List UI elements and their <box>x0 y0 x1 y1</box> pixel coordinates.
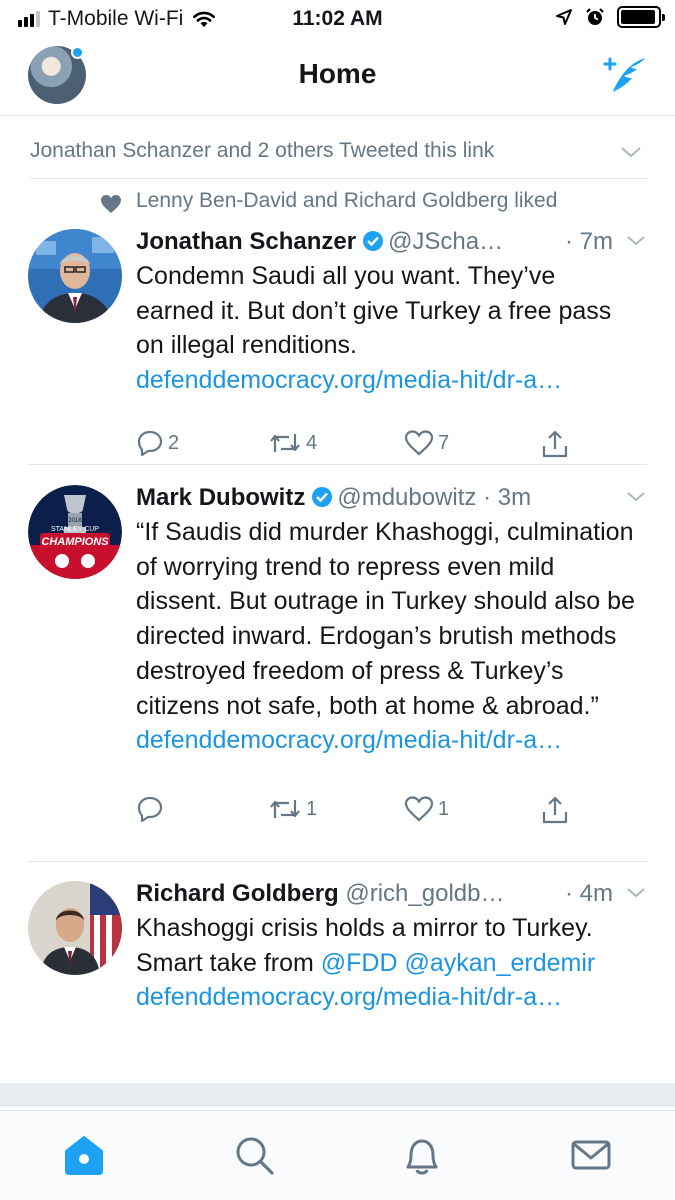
tweet-header: Richard Goldberg @rich_goldb… · 4m <box>136 877 647 911</box>
retweet-button[interactable]: 4 <box>268 429 317 457</box>
author-name[interactable]: Mark Dubowitz <box>136 484 305 511</box>
alarm-icon <box>586 8 604 25</box>
tweet-body: Jonathan Schanzer @JScha… · 7m Condemn Sa… <box>136 225 647 398</box>
share-icon <box>542 430 568 458</box>
conversation-header[interactable]: Jonathan Schanzer and 2 others Tweeted t… <box>30 139 647 179</box>
like-count: 1 <box>438 797 450 820</box>
retweet-count: 1 <box>306 797 318 820</box>
tweet-divider <box>28 861 647 862</box>
mention-link[interactable]: @FDD <box>321 949 398 977</box>
share-button[interactable] <box>540 795 570 825</box>
tweet-body: Richard Goldberg @rich_goldb… · 4m Khash… <box>136 877 647 1015</box>
avatar-image <box>28 881 122 975</box>
conversation-header-text: Jonathan Schanzer and 2 others Tweeted t… <box>30 139 495 162</box>
location-arrow-icon <box>556 9 572 25</box>
author-name[interactable]: Jonathan Schanzer <box>136 228 356 255</box>
tweet[interactable]: STANLEY CUP CHAMPIONS 2018 Mark Dubowitz… <box>28 481 647 841</box>
messages-icon[interactable] <box>569 1133 613 1177</box>
reply-icon <box>137 796 163 823</box>
author-handle[interactable]: @rich_goldb… <box>345 880 504 907</box>
like-count: 7 <box>438 431 450 454</box>
retweet-icon <box>270 800 300 818</box>
tweet-header: Mark Dubowitz @mdubowitz · 3m <box>136 481 647 515</box>
chevron-down-icon[interactable] <box>625 885 647 901</box>
reply-icon <box>137 430 163 457</box>
reply-button[interactable]: 2 <box>136 429 179 457</box>
tweet-body: Mark Dubowitz @mdubowitz · 3m “If Saudis … <box>136 481 647 758</box>
status-bar: T-Mobile Wi-Fi 11:02 AM <box>0 0 675 38</box>
chevron-down-icon[interactable] <box>625 489 647 505</box>
heart-icon <box>404 796 434 822</box>
battery-level <box>621 10 656 24</box>
reply-button[interactable] <box>136 795 168 823</box>
search-icon[interactable] <box>232 1133 276 1177</box>
timeline-gap <box>0 1083 675 1107</box>
avatar[interactable]: STANLEY CUP CHAMPIONS 2018 <box>28 485 122 579</box>
avatar-caption-top: STANLEY CUP <box>51 526 99 533</box>
tweet-header: Jonathan Schanzer @JScha… · 7m <box>136 225 647 259</box>
like-button[interactable]: 7 <box>404 429 449 457</box>
retweet-button[interactable]: 1 <box>268 795 317 823</box>
tweet-text: Khashoggi crisis holds a mirror to Turke… <box>136 911 647 980</box>
retweet-count: 4 <box>306 431 318 454</box>
compose-tweet-icon[interactable] <box>599 52 651 98</box>
tweet-link[interactable]: defenddemocracy.org/media-hit/dr-a… <box>136 363 647 398</box>
reply-count: 2 <box>168 431 180 454</box>
tweet-text: Condemn Saudi all you want. They’ve earn… <box>136 262 612 360</box>
status-right <box>555 6 665 28</box>
tweet[interactable]: Richard Goldberg @rich_goldb… · 4m Khash… <box>28 877 647 1180</box>
verified-badge-icon <box>312 487 333 507</box>
avatar[interactable] <box>28 881 122 975</box>
tweet-time: · 3m <box>483 484 532 511</box>
social-context: Lenny Ben-David and Richard Goldberg lik… <box>28 189 647 219</box>
battery-icon <box>617 6 665 28</box>
tweet-link[interactable]: defenddemocracy.org/media-hit/dr-a… <box>136 980 647 1015</box>
chevron-down-icon[interactable] <box>619 143 643 161</box>
tweet-link[interactable]: defenddemocracy.org/media-hit/dr-a… <box>136 723 647 758</box>
author-handle[interactable]: @JScha… <box>388 228 503 255</box>
tweet-actions: 2 4 7 <box>136 429 576 465</box>
tweet-time: · 4m <box>565 880 613 907</box>
avatar-image: STANLEY CUP CHAMPIONS 2018 <box>28 485 122 579</box>
home-icon[interactable] <box>62 1133 106 1177</box>
share-button[interactable] <box>540 429 570 459</box>
author-handle[interactable]: @mdubowitz <box>337 484 476 511</box>
tweet[interactable]: Jonathan Schanzer @JScha… · 7m Condemn Sa… <box>28 225 647 465</box>
notifications-icon[interactable] <box>400 1133 444 1177</box>
home-header: Home <box>0 38 675 116</box>
avatar[interactable] <box>28 229 122 323</box>
chevron-down-icon[interactable] <box>625 233 647 249</box>
heart-icon <box>404 430 434 456</box>
heart-icon <box>101 195 121 213</box>
mention-link[interactable]: @aykan_erdemir <box>404 949 595 977</box>
share-icon <box>542 796 568 824</box>
tweet-time: · 7m <box>565 228 613 255</box>
tweet-text: “If Saudis did murder Khashoggi, culmina… <box>136 518 635 720</box>
avatar-caption-year: 2018 <box>68 518 82 524</box>
tweet-actions: 1 1 <box>136 795 576 831</box>
avatar-caption-main: CHAMPIONS <box>41 536 109 548</box>
social-context-text: Lenny Ben-David and Richard Goldberg lik… <box>136 189 558 212</box>
tab-bar <box>0 1110 675 1200</box>
page-title: Home <box>298 58 377 89</box>
verified-badge-icon <box>363 231 384 251</box>
tweet-divider <box>28 464 647 465</box>
avatar-image <box>28 229 122 323</box>
author-name[interactable]: Richard Goldberg <box>136 880 339 907</box>
like-button[interactable]: 1 <box>404 795 449 823</box>
retweet-icon <box>270 434 300 452</box>
